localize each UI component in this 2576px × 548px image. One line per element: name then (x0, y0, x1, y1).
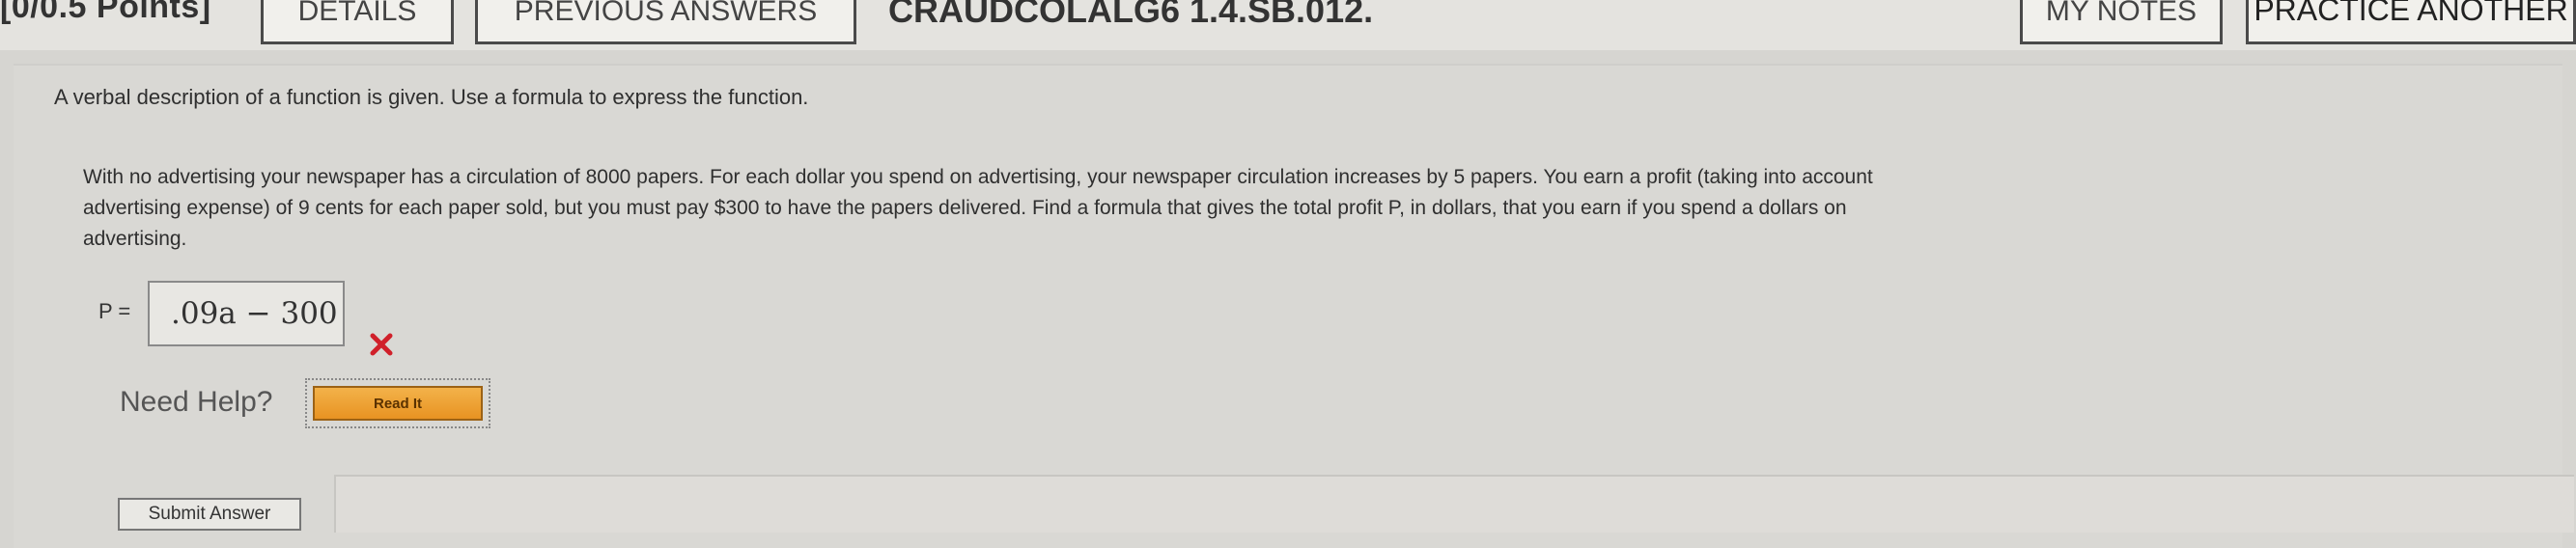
problem-line: advertising. (83, 228, 187, 250)
incorrect-x-icon (370, 333, 393, 356)
points-label: [0/0.5 Points] (0, 0, 211, 25)
question-toolbar: [0/0.5 Points] DETAILS PREVIOUS ANSWERS … (0, 0, 2576, 50)
answer-value: .09a − 300 (171, 296, 338, 331)
read-it-button[interactable]: Read It (313, 386, 483, 421)
submit-answer-button[interactable]: Submit Answer (118, 498, 301, 531)
answer-label: P = (98, 299, 131, 323)
read-it-focus-frame: Read It (305, 378, 490, 428)
question-intro: A verbal description of a function is gi… (54, 85, 809, 109)
previous-answers-button[interactable]: PREVIOUS ANSWERS (475, 0, 856, 44)
details-button[interactable]: DETAILS (261, 0, 454, 44)
my-notes-button[interactable]: MY NOTES (2020, 0, 2223, 44)
problem-line: advertising expense) of 9 cents for each… (83, 197, 1847, 219)
feedback-area (334, 475, 2574, 533)
practice-another-button[interactable]: PRACTICE ANOTHER (2246, 0, 2576, 44)
answer-input[interactable]: .09a − 300 (148, 281, 345, 346)
problem-line: With no advertising your newspaper has a… (83, 166, 1873, 188)
need-help-label: Need Help? (120, 386, 273, 418)
problem-statement: With no advertising your newspaper has a… (83, 162, 2555, 255)
question-id: CRAUDCOLALG6 1.4.SB.012. (888, 0, 1374, 30)
